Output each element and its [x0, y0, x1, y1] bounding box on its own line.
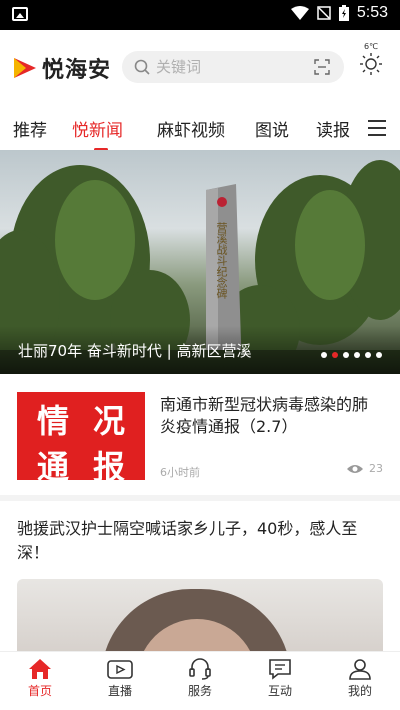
tab-yue-news[interactable]: 悦新闻 — [72, 116, 123, 141]
search-bar[interactable] — [122, 51, 344, 83]
monument-text: 营溪战斗纪念碑 — [215, 222, 228, 299]
no-signal-icon — [317, 6, 331, 20]
live-icon — [107, 660, 133, 679]
app-header: 悦海安 6℃ — [0, 30, 400, 104]
status-time: 5:53 — [356, 4, 388, 21]
search-icon — [134, 59, 150, 75]
carousel-dot[interactable] — [354, 352, 360, 358]
article-title[interactable]: 驰援武汉护士隔空喊话家乡儿子，40秒，感人至深！ — [17, 517, 383, 565]
home-icon — [29, 659, 51, 679]
weather-widget[interactable]: 6℃ — [356, 42, 386, 79]
battery-icon — [338, 5, 349, 21]
tab-read-paper[interactable]: 读报 — [316, 116, 350, 141]
video-thumbnail[interactable] — [17, 579, 383, 659]
tabbar-live[interactable]: 直播 — [90, 658, 150, 699]
bottom-tab-bar: 首页 直播 服务 互动 我的 — [0, 651, 400, 710]
tabbar-mine[interactable]: 我的 — [330, 658, 390, 699]
app-logo[interactable]: 悦海安 — [12, 52, 111, 84]
profile-icon — [349, 659, 371, 680]
logo-icon — [14, 58, 36, 78]
eye-icon — [347, 464, 363, 473]
thumb-char: 通 — [36, 448, 69, 486]
carousel-dot-active[interactable] — [332, 352, 338, 358]
thumb-char: 况 — [92, 402, 125, 440]
banner-carousel[interactable]: 营溪战斗纪念碑 壮丽70年 奋斗新时代 | 高新区营溪 — [0, 150, 400, 374]
tab-label: 服务 — [187, 684, 212, 698]
tab-recommend[interactable]: 推荐 — [13, 116, 47, 141]
scan-icon[interactable] — [314, 59, 330, 75]
news-time: 6小时前 — [160, 466, 200, 479]
wifi-icon — [290, 6, 309, 20]
video-article[interactable]: 驰援武汉护士隔空喊话家乡儿子，40秒，感人至深！ — [0, 501, 400, 659]
carousel-dot[interactable] — [365, 352, 371, 358]
status-bar: 5:53 — [0, 0, 400, 30]
service-icon — [189, 658, 211, 680]
carousel-dot[interactable] — [321, 352, 327, 358]
tab-label: 我的 — [347, 684, 372, 698]
gallery-icon — [12, 7, 28, 21]
tab-label: 首页 — [27, 684, 52, 698]
news-title[interactable]: 南通市新型冠状病毒感染的肺炎疫情通报（2.7） — [160, 394, 380, 438]
weather-temp: 6℃ — [363, 42, 379, 51]
sun-icon — [360, 53, 382, 75]
chat-icon — [269, 659, 291, 680]
search-input[interactable] — [156, 58, 296, 76]
tabbar-interact[interactable]: 互动 — [250, 658, 310, 699]
news-card[interactable]: 情 况 通 报 南通市新型冠状病毒感染的肺炎疫情通报（2.7） 6小时前 23 — [0, 374, 400, 496]
tab-label: 直播 — [107, 684, 132, 698]
app-name: 悦海安 — [42, 58, 112, 83]
menu-icon[interactable] — [368, 120, 386, 141]
carousel-dot[interactable] — [343, 352, 349, 358]
category-nav: 推荐 悦新闻 麻虾视频 图说 读报 — [0, 104, 400, 151]
news-thumbnail: 情 况 通 报 — [17, 392, 145, 486]
tab-maxia-video[interactable]: 麻虾视频 — [157, 116, 225, 141]
carousel-dots — [321, 352, 382, 358]
thumb-char: 情 — [36, 402, 69, 440]
tab-label: 互动 — [267, 684, 292, 698]
tabbar-home[interactable]: 首页 — [10, 658, 70, 699]
view-count: 23 — [369, 462, 383, 475]
carousel-dot[interactable] — [376, 352, 382, 358]
banner-caption: 壮丽70年 奋斗新时代 | 高新区营溪 — [18, 342, 252, 360]
tabbar-service[interactable]: 服务 — [170, 658, 230, 699]
tab-picture-talk[interactable]: 图说 — [255, 116, 289, 141]
news-views: 23 — [347, 462, 383, 475]
thumb-char: 报 — [92, 448, 125, 486]
